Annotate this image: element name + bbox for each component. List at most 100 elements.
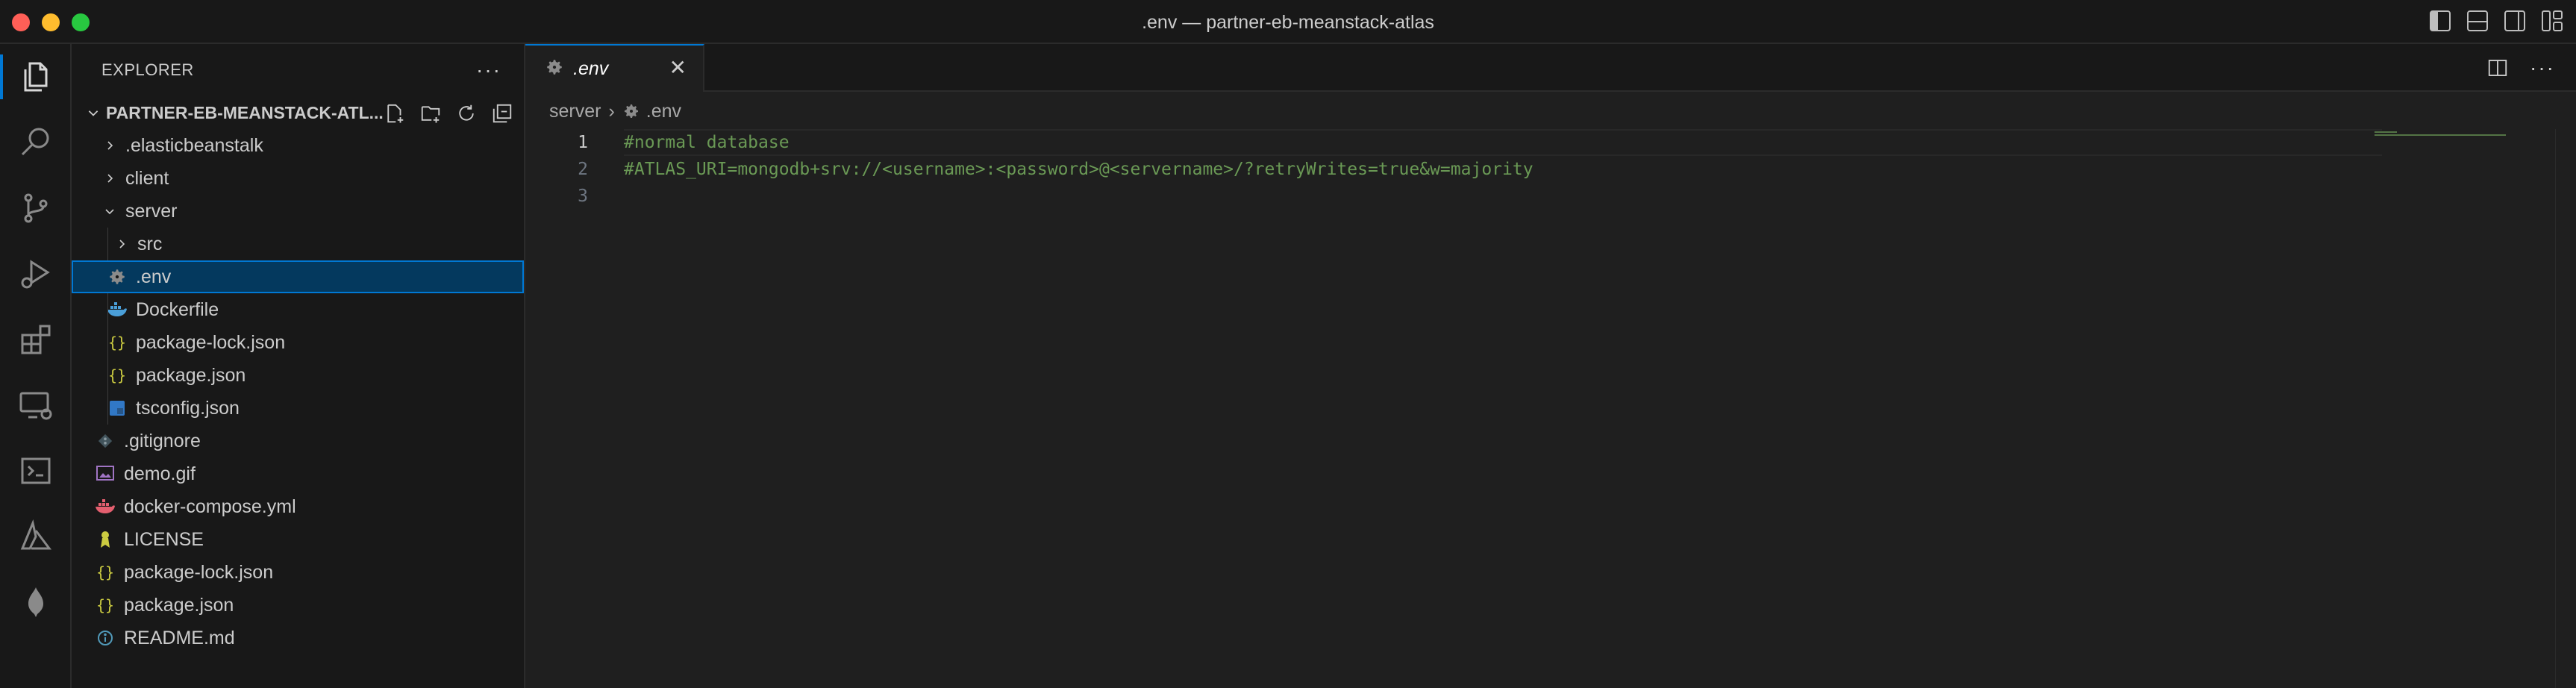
tree-item-gitignore[interactable]: .gitignore xyxy=(72,425,524,457)
indent-guide xyxy=(107,359,108,392)
license-icon xyxy=(94,528,116,551)
line-number: 2 xyxy=(578,160,588,179)
azure-icon[interactable] xyxy=(0,504,72,569)
activity-bar xyxy=(0,44,72,688)
tree-item-dockerfile[interactable]: Dockerfile xyxy=(72,293,524,326)
chevron-right-icon xyxy=(110,238,133,250)
chevron-right-icon xyxy=(99,140,121,151)
tree-item-env[interactable]: .env xyxy=(72,260,524,293)
tree-item-docker-compose-yml[interactable]: docker-compose.yml xyxy=(72,490,524,523)
tree-item-client[interactable]: client xyxy=(72,162,524,195)
json-icon: {} xyxy=(96,596,115,614)
mongodb-icon[interactable] xyxy=(0,569,72,635)
docker-icon xyxy=(106,298,128,321)
tree-item-label: .elasticbeanstalk xyxy=(125,134,263,156)
code-editor[interactable]: 1 2 3 #normal database #ATLAS_URI=mongod… xyxy=(525,129,2576,688)
collapse-all-icon[interactable] xyxy=(491,102,513,125)
tree-item-label: LICENSE xyxy=(124,528,204,550)
info-icon xyxy=(94,627,116,649)
indent-guide xyxy=(107,326,108,359)
docker-compose-icon xyxy=(94,495,116,518)
toggle-primary-sidebar-icon[interactable] xyxy=(2430,10,2451,31)
editor-actions: ··· xyxy=(2486,56,2555,80)
remote-explorer-icon[interactable] xyxy=(0,372,72,438)
tree-item-label: server xyxy=(125,200,178,222)
tree-item-label: src xyxy=(137,233,163,254)
explorer-sidebar: EXPLORER ··· PARTNER-EB-MEANSTACK-ATL...… xyxy=(72,44,525,688)
run-debug-icon[interactable] xyxy=(0,241,72,307)
tree-item-demo-gif[interactable]: demo.gif xyxy=(72,457,524,490)
tab-label: .env xyxy=(573,57,609,79)
tree-item-label: .env xyxy=(136,266,172,287)
indent-guide xyxy=(107,392,108,425)
source-control-icon[interactable] xyxy=(0,175,72,241)
explorer-title: EXPLORER xyxy=(101,60,194,79)
split-editor-icon[interactable] xyxy=(2486,57,2509,79)
workspace-folder-label: PARTNER-EB-MEANSTACK-ATL... xyxy=(106,102,384,122)
explorer-more-actions-icon[interactable]: ··· xyxy=(476,58,501,82)
explorer-header: EXPLORER ··· xyxy=(72,44,524,96)
tree-item-label: .gitignore xyxy=(124,430,201,451)
tree-item-package-json[interactable]: {} package.json xyxy=(72,589,524,622)
tree-item-license[interactable]: LICENSE xyxy=(72,523,524,556)
tree-item-label: docker-compose.yml xyxy=(124,495,296,517)
folder-actions xyxy=(384,102,513,125)
toggle-panel-icon[interactable] xyxy=(2467,10,2488,31)
breadcrumb-separator: › xyxy=(608,100,615,122)
line-number-gutter: 1 2 3 xyxy=(525,129,618,210)
tree-item-label: Dockerfile xyxy=(136,298,219,320)
tree-item-package-lock-json[interactable]: {} package-lock.json xyxy=(72,556,524,589)
tree-item-label: tsconfig.json xyxy=(136,397,240,419)
search-icon[interactable] xyxy=(0,110,72,175)
code-area[interactable]: #normal database #ATLAS_URI=mongodb+srv:… xyxy=(624,129,2382,210)
git-icon xyxy=(94,430,116,452)
editor-more-actions-icon[interactable]: ··· xyxy=(2530,56,2555,80)
code-line[interactable] xyxy=(624,183,2382,210)
editor-tabs-bar: .env ✕ ··· xyxy=(525,44,2576,92)
tree-item-src[interactable]: src xyxy=(72,228,524,260)
json-icon: {} xyxy=(107,366,127,384)
extensions-icon[interactable] xyxy=(0,307,72,372)
tree-item-elasticbeanstalk[interactable]: .elasticbeanstalk xyxy=(72,129,524,162)
line-number: 1 xyxy=(578,133,588,152)
breadcrumb-folder[interactable]: server xyxy=(549,101,601,122)
typescript-config-icon xyxy=(106,397,128,419)
code-line[interactable]: #normal database xyxy=(624,129,2382,156)
minimap[interactable] xyxy=(2375,129,2516,144)
customize-layout-icon[interactable] xyxy=(2542,10,2563,31)
tree-item-server-package-lock-json[interactable]: {} package-lock.json xyxy=(72,326,524,359)
indent-guide xyxy=(107,228,108,260)
explorer-icon[interactable] xyxy=(0,44,72,110)
chevron-right-icon xyxy=(99,172,121,184)
vertical-scrollbar[interactable] xyxy=(2555,129,2576,688)
gear-icon xyxy=(545,57,564,81)
tree-item-label: package.json xyxy=(124,594,234,616)
chevron-down-icon xyxy=(81,106,106,119)
tree-item-server-package-json[interactable]: {} package.json xyxy=(72,359,524,392)
tab-env[interactable]: .env ✕ xyxy=(525,44,704,92)
tree-item-label: demo.gif xyxy=(124,463,196,484)
tree-item-server[interactable]: server xyxy=(72,195,524,228)
chevron-down-icon xyxy=(99,205,121,217)
tree-item-label: package.json xyxy=(136,364,246,386)
new-folder-icon[interactable] xyxy=(419,102,442,125)
gear-icon xyxy=(106,266,128,288)
image-icon xyxy=(94,463,116,485)
code-line[interactable]: #ATLAS_URI=mongodb+srv://<username>:<pas… xyxy=(624,156,2382,183)
new-file-icon[interactable] xyxy=(384,102,406,125)
close-tab-icon[interactable]: ✕ xyxy=(669,57,687,78)
breadcrumb-file[interactable]: .env xyxy=(646,101,681,122)
layout-controls xyxy=(2430,10,2563,31)
workspace-folder-row[interactable]: PARTNER-EB-MEANSTACK-ATL... xyxy=(72,96,524,129)
refresh-icon[interactable] xyxy=(455,102,478,125)
gear-icon xyxy=(622,102,640,120)
tree-item-tsconfig-json[interactable]: tsconfig.json xyxy=(72,392,524,425)
tree-item-readme-md[interactable]: README.md xyxy=(72,622,524,654)
indent-guide xyxy=(107,293,108,326)
line-number: 3 xyxy=(578,187,588,206)
json-icon: {} xyxy=(96,563,115,581)
terminal-icon[interactable] xyxy=(0,438,72,504)
toggle-secondary-sidebar-icon[interactable] xyxy=(2504,10,2525,31)
tree-item-label: package-lock.json xyxy=(136,331,286,353)
breadcrumb: server › .env xyxy=(525,93,2576,129)
